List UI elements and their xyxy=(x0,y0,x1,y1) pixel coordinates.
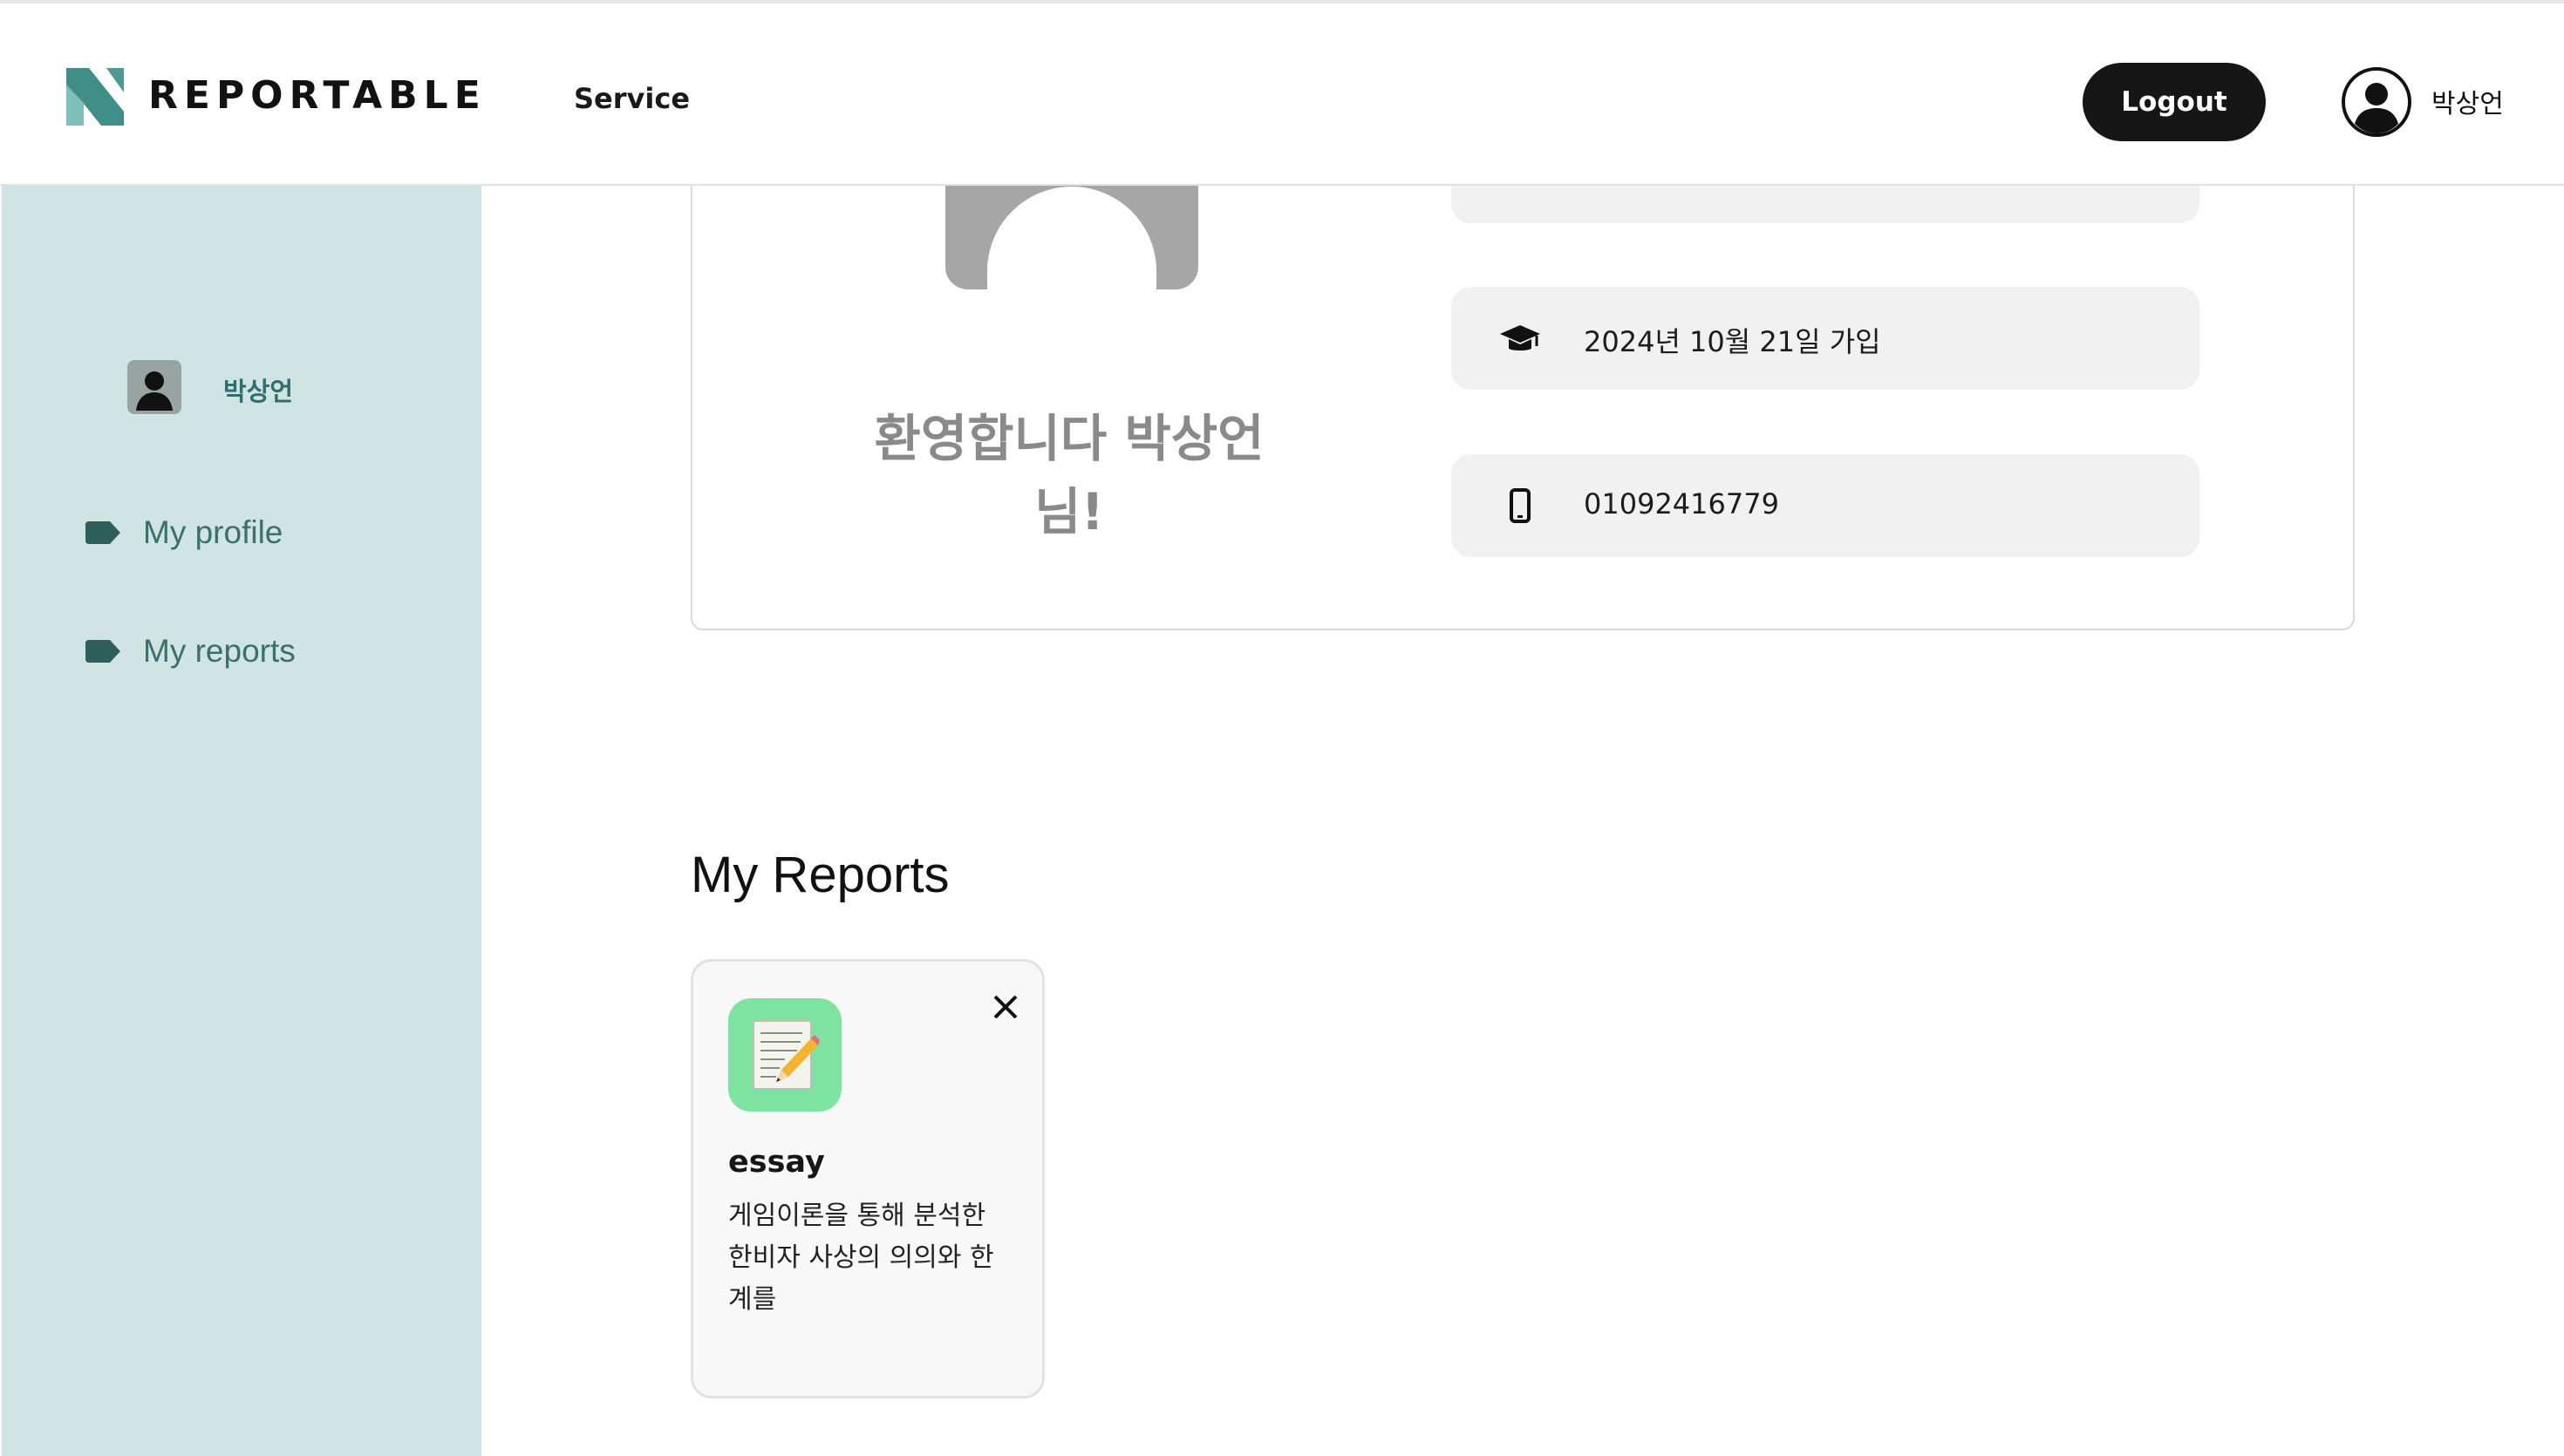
user-avatar-icon xyxy=(127,360,181,414)
report-description: 게임이론을 통해 분석한 한비자 사상의 의의와 한계를 xyxy=(728,1201,994,1315)
sidebar-user-name: 박상언 xyxy=(223,377,294,406)
my-reports-heading: My Reports xyxy=(691,847,950,903)
mobile-phone-icon xyxy=(1510,488,1531,523)
sidebar: 박상언 My profile My reports xyxy=(2,186,481,1456)
joined-date: 2024년 10월 21일 가입 xyxy=(1584,325,1881,358)
logout-button[interactable]: Logout xyxy=(2083,63,2266,141)
header: REPORTABLE Service Logout 박상언 xyxy=(0,0,2564,186)
header-user-name[interactable]: 박상언 xyxy=(2431,82,2504,120)
sidebar-item-my-profile[interactable]: My profile xyxy=(85,514,283,551)
phone-number: 01092416779 xyxy=(1584,487,1779,520)
report-card[interactable]: essay 게임이론을 통해 분석한 한비자 사상의 의의와 한계를 xyxy=(691,959,1045,1398)
graduation-cap-icon xyxy=(1500,325,1540,350)
memo-pencil-icon xyxy=(728,998,842,1112)
welcome-message: 환영합니다 박상언 님! xyxy=(874,409,1265,541)
report-name: essay xyxy=(728,1145,825,1180)
info-pill-phone: 01092416779 xyxy=(1451,454,2199,557)
tag-icon xyxy=(85,640,120,663)
nav-service-link[interactable]: Service xyxy=(574,82,690,115)
info-pill-joined: 2024년 10월 21일 가입 xyxy=(1451,287,2199,390)
close-report-button[interactable] xyxy=(990,991,1021,1023)
sidebar-item-label: My profile xyxy=(143,514,283,550)
sidebar-item-my-reports[interactable]: My reports xyxy=(85,633,296,670)
brand-name[interactable]: REPORTABLE xyxy=(148,73,487,118)
close-icon xyxy=(993,995,1018,1019)
reportable-logo-icon[interactable] xyxy=(66,68,124,126)
profile-photo-silhouette xyxy=(987,187,1156,289)
user-account-icon[interactable] xyxy=(2341,66,2412,138)
page: 박상언 My profile My reports 환영합니다 박상언 님! 2… xyxy=(0,0,2564,1456)
sidebar-item-label: My reports xyxy=(143,633,296,669)
tag-icon xyxy=(85,521,120,544)
